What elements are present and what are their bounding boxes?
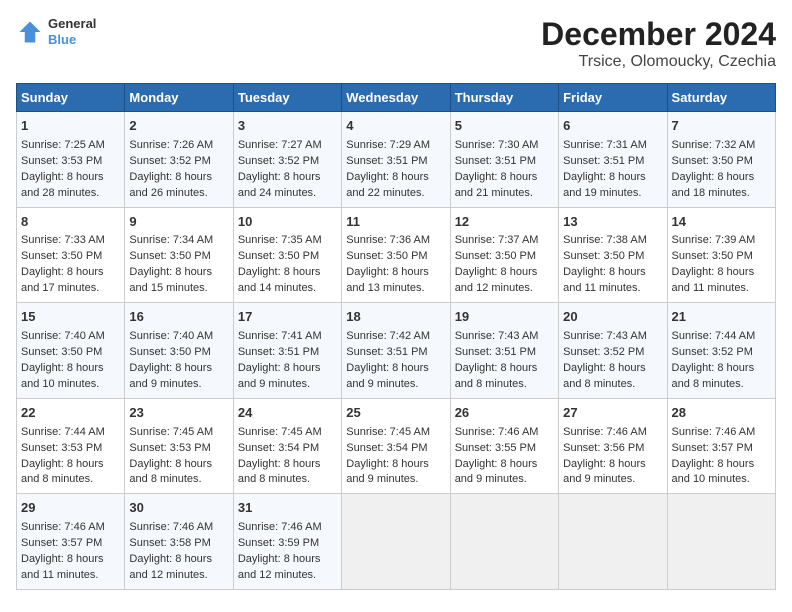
day-19: 19Sunrise: 7:43 AMSunset: 3:51 PMDayligh… — [450, 303, 558, 399]
week-row-2: 8Sunrise: 7:33 AMSunset: 3:50 PMDaylight… — [17, 207, 776, 303]
calendar-table: Sunday Monday Tuesday Wednesday Thursday… — [16, 83, 776, 590]
logo: General Blue — [16, 16, 96, 47]
col-monday: Monday — [125, 84, 233, 112]
day-16: 16Sunrise: 7:40 AMSunset: 3:50 PMDayligh… — [125, 303, 233, 399]
day-1: 1Sunrise: 7:25 AMSunset: 3:53 PMDaylight… — [17, 112, 125, 208]
day-12: 12Sunrise: 7:37 AMSunset: 3:50 PMDayligh… — [450, 207, 558, 303]
day-30: 30Sunrise: 7:46 AMSunset: 3:58 PMDayligh… — [125, 494, 233, 590]
logo-line1: General — [48, 16, 96, 32]
week-row-4: 22Sunrise: 7:44 AMSunset: 3:53 PMDayligh… — [17, 398, 776, 494]
day-15: 15Sunrise: 7:40 AMSunset: 3:50 PMDayligh… — [17, 303, 125, 399]
day-4: 4Sunrise: 7:29 AMSunset: 3:51 PMDaylight… — [342, 112, 450, 208]
week-row-1: 1Sunrise: 7:25 AMSunset: 3:53 PMDaylight… — [17, 112, 776, 208]
day-14: 14Sunrise: 7:39 AMSunset: 3:50 PMDayligh… — [667, 207, 775, 303]
day-26: 26Sunrise: 7:46 AMSunset: 3:55 PMDayligh… — [450, 398, 558, 494]
day-3: 3Sunrise: 7:27 AMSunset: 3:52 PMDaylight… — [233, 112, 341, 208]
col-saturday: Saturday — [667, 84, 775, 112]
title-block: December 2024 Trsice, Olomoucky, Czechia — [541, 16, 776, 71]
day-20: 20Sunrise: 7:43 AMSunset: 3:52 PMDayligh… — [559, 303, 667, 399]
day-7: 7Sunrise: 7:32 AMSunset: 3:50 PMDaylight… — [667, 112, 775, 208]
day-25: 25Sunrise: 7:45 AMSunset: 3:54 PMDayligh… — [342, 398, 450, 494]
col-wednesday: Wednesday — [342, 84, 450, 112]
day-27: 27Sunrise: 7:46 AMSunset: 3:56 PMDayligh… — [559, 398, 667, 494]
empty-cell-1 — [342, 494, 450, 590]
logo-icon — [16, 18, 44, 46]
day-31: 31Sunrise: 7:46 AMSunset: 3:59 PMDayligh… — [233, 494, 341, 590]
page-header: General Blue December 2024 Trsice, Olomo… — [16, 16, 776, 71]
empty-cell-2 — [450, 494, 558, 590]
day-8: 8Sunrise: 7:33 AMSunset: 3:50 PMDaylight… — [17, 207, 125, 303]
page-subtitle: Trsice, Olomoucky, Czechia — [541, 53, 776, 71]
logo-line2: Blue — [48, 32, 96, 48]
day-24: 24Sunrise: 7:45 AMSunset: 3:54 PMDayligh… — [233, 398, 341, 494]
day-6: 6Sunrise: 7:31 AMSunset: 3:51 PMDaylight… — [559, 112, 667, 208]
empty-cell-4 — [667, 494, 775, 590]
week-row-3: 15Sunrise: 7:40 AMSunset: 3:50 PMDayligh… — [17, 303, 776, 399]
page-title: December 2024 — [541, 16, 776, 53]
col-thursday: Thursday — [450, 84, 558, 112]
empty-cell-3 — [559, 494, 667, 590]
day-13: 13Sunrise: 7:38 AMSunset: 3:50 PMDayligh… — [559, 207, 667, 303]
day-10: 10Sunrise: 7:35 AMSunset: 3:50 PMDayligh… — [233, 207, 341, 303]
day-22: 22Sunrise: 7:44 AMSunset: 3:53 PMDayligh… — [17, 398, 125, 494]
day-9: 9Sunrise: 7:34 AMSunset: 3:50 PMDaylight… — [125, 207, 233, 303]
day-29: 29Sunrise: 7:46 AMSunset: 3:57 PMDayligh… — [17, 494, 125, 590]
week-row-5: 29Sunrise: 7:46 AMSunset: 3:57 PMDayligh… — [17, 494, 776, 590]
day-21: 21Sunrise: 7:44 AMSunset: 3:52 PMDayligh… — [667, 303, 775, 399]
col-friday: Friday — [559, 84, 667, 112]
day-28: 28Sunrise: 7:46 AMSunset: 3:57 PMDayligh… — [667, 398, 775, 494]
weekday-header-row: Sunday Monday Tuesday Wednesday Thursday… — [17, 84, 776, 112]
day-17: 17Sunrise: 7:41 AMSunset: 3:51 PMDayligh… — [233, 303, 341, 399]
day-23: 23Sunrise: 7:45 AMSunset: 3:53 PMDayligh… — [125, 398, 233, 494]
day-11: 11Sunrise: 7:36 AMSunset: 3:50 PMDayligh… — [342, 207, 450, 303]
day-5: 5Sunrise: 7:30 AMSunset: 3:51 PMDaylight… — [450, 112, 558, 208]
col-tuesday: Tuesday — [233, 84, 341, 112]
col-sunday: Sunday — [17, 84, 125, 112]
logo-text: General Blue — [48, 16, 96, 47]
day-2: 2Sunrise: 7:26 AMSunset: 3:52 PMDaylight… — [125, 112, 233, 208]
day-18: 18Sunrise: 7:42 AMSunset: 3:51 PMDayligh… — [342, 303, 450, 399]
